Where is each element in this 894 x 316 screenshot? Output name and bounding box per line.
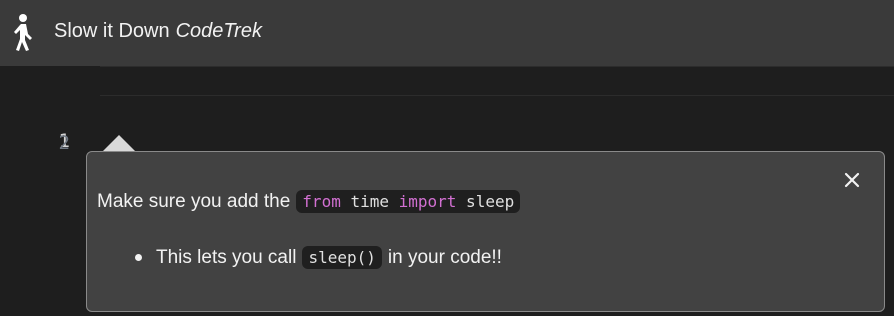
hint-message-text: Make sure you add the: [97, 190, 291, 212]
brand-name: CodeTrek: [175, 20, 262, 42]
code-text: time: [340, 192, 399, 211]
close-icon[interactable]: [842, 170, 862, 190]
code-keyword: import: [398, 192, 457, 211]
code-text: sleep: [456, 192, 515, 211]
code-keyword: from: [302, 192, 341, 211]
code-line[interactable]: 2 from time import sleep: [0, 98, 894, 184]
app-window: Slow it DownCodeTrek 1 from codex import…: [0, 0, 894, 316]
hint-tooltip: Make sure you add the from time import s…: [86, 151, 885, 312]
line-number: 2: [58, 132, 70, 154]
code-line[interactable]: 1 from codex import *: [0, 66, 894, 182]
page-title: Slow it Down CodeTrek: [54, 20, 262, 43]
header-bar: Slow it Down CodeTrek: [0, 0, 894, 66]
bullet-prefix: This lets you call: [156, 246, 297, 268]
walking-person-icon: [14, 14, 32, 51]
current-line-highlight: [100, 66, 894, 96]
inline-code-sleep: sleep(): [302, 246, 382, 269]
hint-message: Make sure you add the from time import s…: [97, 190, 521, 213]
title-text: Slow it Down: [54, 20, 170, 42]
hint-bullet: This lets you call sleep() in your code!…: [135, 246, 502, 269]
tooltip-pointer: [102, 135, 136, 152]
bullet-dot: [135, 254, 142, 261]
bullet-suffix: in your code!!: [387, 246, 502, 268]
inline-code-import: from time import sleep: [296, 190, 521, 213]
